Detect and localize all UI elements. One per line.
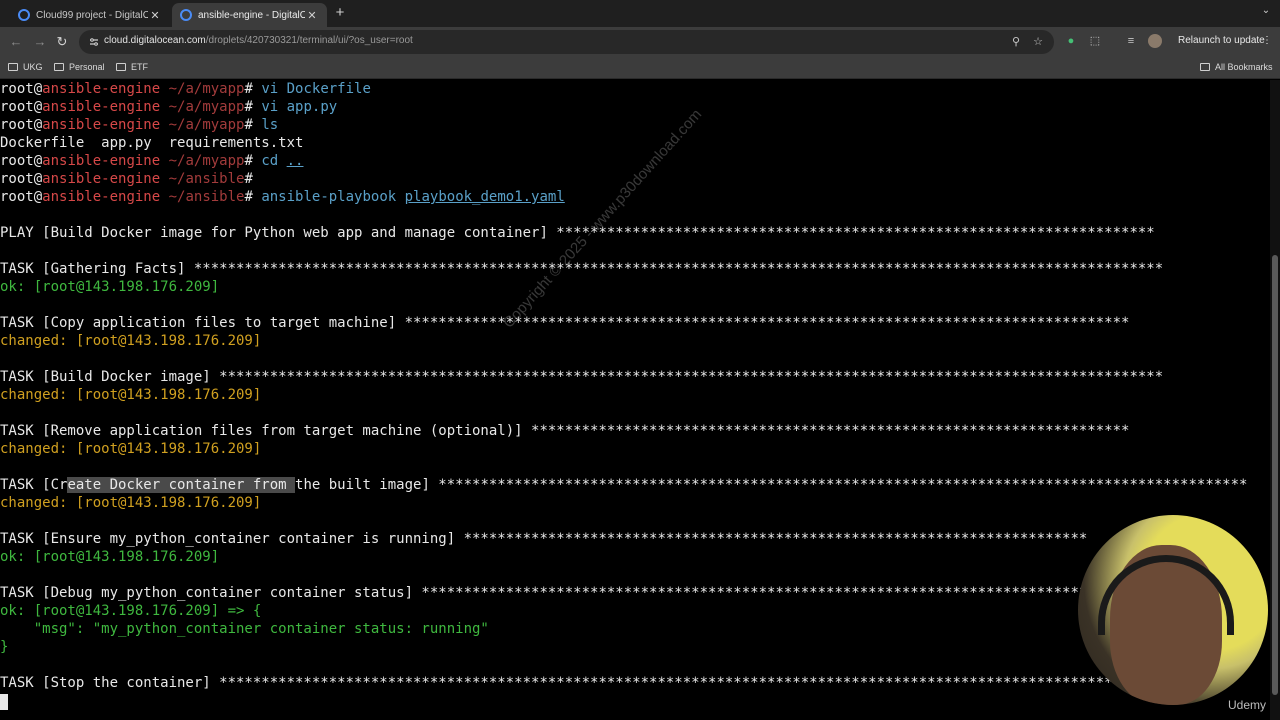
- bookmarks-bar: UKG Personal ETF All Bookmarks: [0, 57, 1280, 79]
- tab-title: Cloud99 project - DigitalOcean: [36, 9, 148, 21]
- reload-icon[interactable]: ↻: [54, 34, 70, 50]
- zoom-icon[interactable]: ⚲: [1009, 35, 1023, 49]
- task-header: TASK [Ensure my_python_container contain…: [0, 531, 1088, 547]
- folder-icon: [116, 63, 126, 71]
- forward-arrow-icon[interactable]: →: [32, 34, 48, 50]
- task-header: TASK [Create Docker container from the b…: [0, 477, 1248, 493]
- address-bar[interactable]: cloud.digitalocean.com/droplets/42073032…: [79, 30, 1054, 54]
- tab-title: ansible-engine - DigitalOcean: [198, 9, 305, 21]
- terminal-line: root@ansible-engine ~/ansible#: [0, 171, 253, 187]
- bookmark-star-icon[interactable]: ☆: [1031, 35, 1045, 49]
- digitalocean-icon: [180, 9, 192, 21]
- close-icon[interactable]: ✕: [148, 9, 162, 22]
- close-icon[interactable]: ✕: [305, 9, 319, 22]
- digitalocean-icon: [18, 9, 30, 21]
- webcam-overlay: [1078, 515, 1268, 705]
- site-info-icon[interactable]: [89, 37, 99, 47]
- text-selection: eate Docker container from: [67, 477, 296, 493]
- back-arrow-icon[interactable]: ←: [8, 34, 24, 50]
- tab-strip: Cloud99 project - DigitalOcean ✕ ansible…: [0, 0, 1280, 27]
- extensions-puzzle-icon[interactable]: ⬚: [1088, 34, 1102, 48]
- scrollbar-thumb[interactable]: [1272, 255, 1278, 695]
- grammarly-extension-icon[interactable]: ●: [1064, 34, 1078, 48]
- udemy-logo: Udemy: [1228, 698, 1267, 712]
- bookmark-etf[interactable]: ETF: [116, 62, 148, 72]
- task-header: TASK [Debug my_python_container containe…: [0, 585, 1096, 601]
- relaunch-button[interactable]: Relaunch to update ⋮: [1170, 31, 1276, 51]
- profile-avatar[interactable]: [1148, 34, 1162, 48]
- terminal-output: Dockerfile app.py requirements.txt: [0, 135, 304, 151]
- reading-list-icon[interactable]: ≡: [1124, 34, 1138, 48]
- terminal-line: root@ansible-engine ~/a/myapp# vi Docker…: [0, 81, 371, 97]
- folder-icon: [8, 63, 18, 71]
- tab-cloud99[interactable]: Cloud99 project - DigitalOcean ✕: [10, 3, 170, 27]
- menu-dots-icon[interactable]: ⋮: [1262, 31, 1272, 51]
- debug-close-brace: }: [0, 639, 9, 655]
- terminal-line: root@ansible-engine ~/a/myapp# ls: [0, 117, 279, 133]
- tab-ansible-engine[interactable]: ansible-engine - DigitalOcean ✕: [172, 3, 327, 27]
- task-result-ok: ok: [root@143.198.176.209]: [0, 549, 220, 565]
- headset-icon: [1098, 555, 1234, 635]
- task-header: TASK [Build Docker image] **************…: [0, 369, 1164, 385]
- task-header: TASK [Copy application files to target m…: [0, 315, 1130, 331]
- task-header: TASK [Remove application files from targ…: [0, 423, 1130, 439]
- terminal-cursor: [0, 694, 8, 710]
- new-tab-button[interactable]: +: [332, 5, 348, 21]
- debug-msg: "msg": "my_python_container container st…: [0, 621, 489, 637]
- terminal-scrollbar[interactable]: [1270, 80, 1280, 720]
- task-result-changed: changed: [root@143.198.176.209]: [0, 441, 262, 457]
- url-text: cloud.digitalocean.com/droplets/42073032…: [104, 35, 413, 46]
- folder-icon: [54, 63, 64, 71]
- bookmark-ukg[interactable]: UKG: [8, 62, 43, 72]
- terminal-line: root@ansible-engine ~/a/myapp# cd ..: [0, 153, 304, 169]
- task-result-changed: changed: [root@143.198.176.209]: [0, 333, 262, 349]
- task-header: TASK [Gathering Facts] *****************…: [0, 261, 1164, 277]
- terminal-line: root@ansible-engine ~/ansible# ansible-p…: [0, 189, 565, 205]
- bookmark-personal[interactable]: Personal: [54, 62, 105, 72]
- terminal-line: root@ansible-engine ~/a/myapp# vi app.py: [0, 99, 338, 115]
- task-result-changed: changed: [root@143.198.176.209]: [0, 495, 262, 511]
- all-bookmarks[interactable]: All Bookmarks: [1200, 62, 1273, 72]
- task-header: TASK [Stop the container] **************…: [0, 675, 1130, 691]
- tab-search-chevron-icon[interactable]: ⌄: [1258, 5, 1274, 21]
- task-result-ok: ok: [root@143.198.176.209]: [0, 279, 220, 295]
- task-result-changed: changed: [root@143.198.176.209]: [0, 387, 262, 403]
- relaunch-label: Relaunch to update: [1178, 35, 1265, 46]
- task-result-ok: ok: [root@143.198.176.209] => {: [0, 603, 262, 619]
- folder-icon: [1200, 63, 1210, 71]
